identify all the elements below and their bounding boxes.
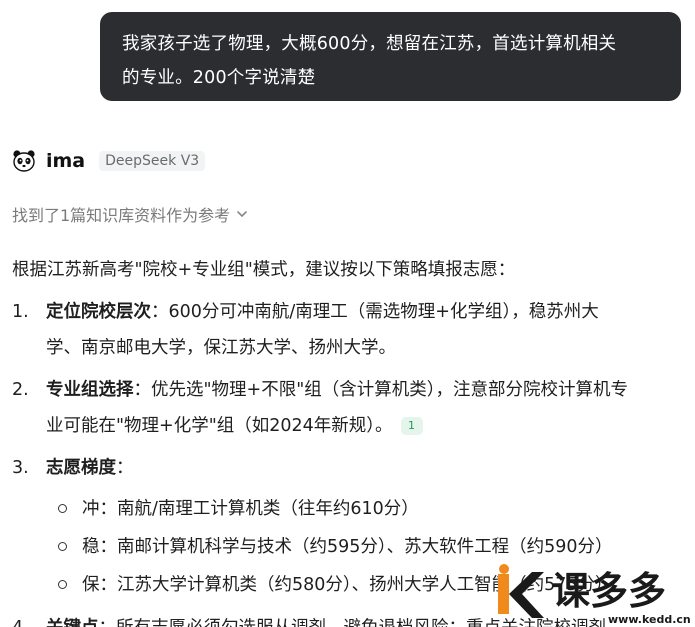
item-text: ：600分可冲南航/南理工（需选物理+化学组），稳苏州大 [151, 302, 599, 322]
item-text: 业可能在"物理+化学"组（如2024年新规）。 [46, 416, 393, 436]
chevron-down-icon [237, 211, 247, 217]
sub-list-item: 冲：南航/南理工计算机类（往年约610分） [12, 490, 684, 528]
item-text: ：所有志愿必须勾选服从调剂，避免退档风险；重点关注院校调剂 [99, 618, 607, 627]
citation-badge[interactable]: 1 [400, 417, 423, 435]
sub-item-text: 冲：南航/南理工计算机类（往年约610分） [82, 499, 419, 519]
panda-avatar-icon [13, 150, 35, 172]
sub-list-item: 稳：南邮计算机科学与技术（约595分）、苏大软件工程（约590分） [12, 528, 684, 566]
user-message-line: 我家孩子选了物理，大概600分，想留在江苏，首选计算机相关 [122, 34, 617, 54]
assistant-name: ima [46, 150, 86, 172]
model-badge: DeepSeek V3 [99, 151, 206, 171]
sub-list-item: 保：江苏大学计算机类（约580分）、扬州大学人工智能（约575分） [12, 566, 684, 604]
item-title: 志愿梯度 [46, 458, 116, 478]
list-number: 3. [12, 458, 29, 478]
list-item: 3. 志愿梯度： [12, 450, 684, 486]
item-title: 专业组选择 [46, 380, 134, 400]
sub-list: 冲：南航/南理工计算机类（往年约610分） 稳：南邮计算机科学与技术（约595分… [12, 490, 684, 604]
item-text: ： [116, 458, 134, 478]
list-item: 4. 关键点：所有志愿必须勾选服从调剂，避免退档风险；重点关注院校调剂 [12, 610, 684, 627]
item-text: 学、南京邮电大学，保江苏大学、扬州大学。 [46, 338, 396, 358]
sub-item-text: 保：江苏大学计算机类（约580分）、扬州大学人工智能（约575分） [82, 575, 613, 595]
sub-item-text: 稳：南邮计算机科学与技术（约595分）、苏大软件工程（约590分） [82, 537, 613, 557]
knowledge-base-toggle[interactable]: 找到了1篇知识库资料作为参考 [12, 202, 248, 226]
bullet-icon [58, 542, 67, 551]
bullet-icon [58, 580, 67, 589]
list-item: 1. 定位院校层次：600分可冲南航/南理工（需选物理+化学组），稳苏州大 学、… [12, 294, 684, 366]
answer-content: 根据江苏新高考"院校+专业组"模式，建议按以下策略填报志愿： 1. 定位院校层次… [12, 252, 684, 627]
list-number: 2. [12, 380, 29, 400]
user-message-line: 的专业。200个字说清楚 [122, 68, 316, 88]
user-message-bubble: 我家孩子选了物理，大概600分，想留在江苏，首选计算机相关 的专业。200个字说… [100, 12, 681, 101]
knowledge-base-summary: 找到了1篇知识库资料作为参考 [12, 206, 231, 225]
item-text: ：优先选"物理+不限"组（含计算机类），注意部分院校计算机专 [133, 380, 629, 400]
chat-page: 我家孩子选了物理，大概600分，想留在江苏，首选计算机相关 的专业。200个字说… [0, 0, 695, 627]
assistant-header: ima DeepSeek V3 [12, 146, 206, 176]
list-item: 2. 专业组选择：优先选"物理+不限"组（含计算机类），注意部分院校计算机专 业… [12, 372, 684, 444]
answer-intro: 根据江苏新高考"院校+专业组"模式，建议按以下策略填报志愿： [12, 260, 516, 280]
item-title: 定位院校层次 [46, 302, 151, 322]
bullet-icon [58, 504, 67, 513]
list-number: 4. [12, 610, 29, 627]
item-title: 关键点 [46, 618, 99, 627]
list-number: 1. [12, 302, 29, 322]
